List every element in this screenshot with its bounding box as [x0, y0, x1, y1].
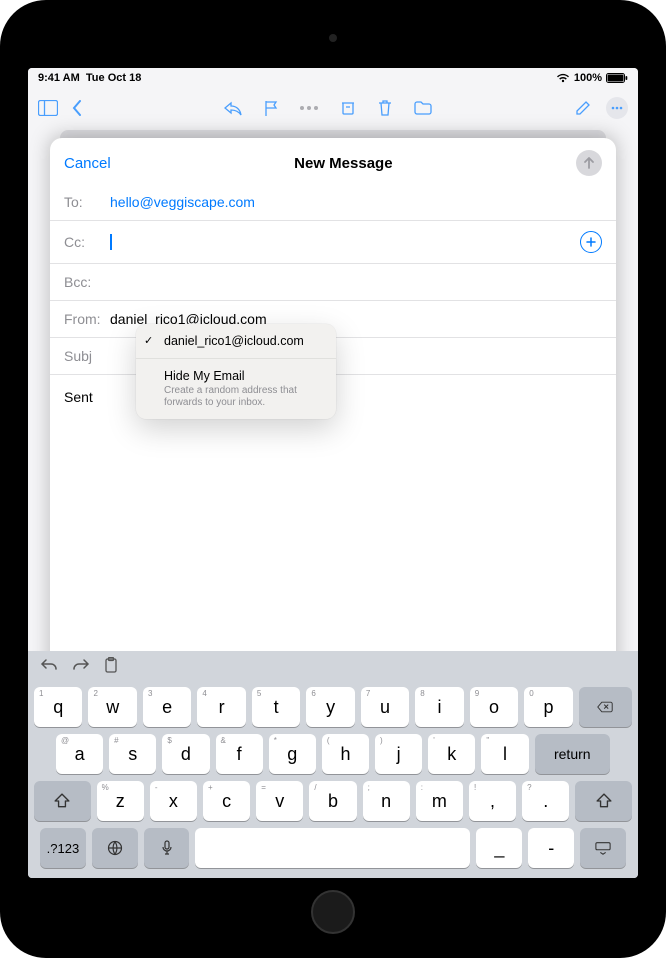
- key-globe[interactable]: [92, 828, 138, 868]
- key-x[interactable]: x-: [150, 781, 197, 821]
- battery-percent: 100%: [574, 72, 602, 84]
- key-m[interactable]: m:: [416, 781, 463, 821]
- key-s[interactable]: s#: [109, 734, 156, 774]
- subject-label: Subj: [64, 348, 104, 364]
- key-k[interactable]: k': [428, 734, 475, 774]
- key-backspace[interactable]: [579, 687, 632, 727]
- key-b[interactable]: b/: [309, 781, 356, 821]
- from-option-selected[interactable]: ✓ daniel_rico1@icloud.com: [136, 324, 336, 358]
- key-comma[interactable]: ,!: [469, 781, 516, 821]
- back-icon: [72, 100, 82, 116]
- bcc-label: Bcc:: [64, 274, 104, 290]
- plus-icon: [586, 237, 596, 247]
- key-shift-left[interactable]: [34, 781, 91, 821]
- key-numbers[interactable]: .?123: [40, 828, 86, 868]
- key-dash[interactable]: -: [528, 828, 574, 868]
- flag-icon: [264, 100, 278, 116]
- cancel-button[interactable]: Cancel: [64, 155, 111, 172]
- add-contact-button[interactable]: [580, 231, 602, 253]
- key-r[interactable]: r4: [197, 687, 245, 727]
- compose-icon: [574, 99, 592, 117]
- to-value[interactable]: hello@veggiscape.com: [110, 194, 602, 210]
- keyboard: q1w2e3r4t5y6u7i8o9p0 a@s#d$f&g*h(j)k'l"r…: [28, 651, 638, 878]
- hide-my-email-option[interactable]: Hide My Email Create a random address th…: [136, 358, 336, 419]
- trash-icon: [378, 100, 392, 116]
- mic-icon: [159, 840, 175, 856]
- status-time-date: 9:41 AM Tue Oct 18: [38, 72, 141, 84]
- cc-label: Cc:: [64, 234, 104, 250]
- wifi-icon: [556, 73, 570, 83]
- shift-icon: [596, 793, 612, 809]
- cc-field[interactable]: Cc:: [50, 221, 616, 264]
- key-o[interactable]: o9: [470, 687, 518, 727]
- key-g[interactable]: g*: [269, 734, 316, 774]
- archive-icon: [340, 100, 356, 116]
- key-j[interactable]: j): [375, 734, 422, 774]
- key-w[interactable]: w2: [88, 687, 136, 727]
- from-option-label: daniel_rico1@icloud.com: [164, 334, 304, 348]
- key-space[interactable]: [195, 828, 470, 868]
- key-underscore[interactable]: _: [476, 828, 522, 868]
- arrow-up-icon: [583, 156, 595, 170]
- globe-icon: [107, 840, 123, 856]
- key-dictation[interactable]: [144, 828, 190, 868]
- to-label: To:: [64, 194, 104, 210]
- sheet-title: New Message: [294, 155, 392, 172]
- move-folder-icon: [414, 101, 432, 115]
- reply-icon: [224, 100, 242, 116]
- key-t[interactable]: t5: [252, 687, 300, 727]
- text-cursor: [110, 234, 112, 250]
- key-hide-keyboard[interactable]: [580, 828, 626, 868]
- status-bar: 9:41 AM Tue Oct 18 100%: [28, 68, 638, 88]
- more-circle-icon: [606, 97, 628, 119]
- key-y[interactable]: y6: [306, 687, 354, 727]
- key-period[interactable]: .?: [522, 781, 569, 821]
- from-label: From:: [64, 311, 104, 327]
- redo-button[interactable]: [72, 658, 90, 677]
- send-button[interactable]: [576, 150, 602, 176]
- body-text: Sent: [64, 389, 93, 405]
- key-h[interactable]: h(: [322, 734, 369, 774]
- mail-toolbar-background: [28, 88, 638, 128]
- key-shift-right[interactable]: [575, 781, 632, 821]
- key-i[interactable]: i8: [415, 687, 463, 727]
- toolbar-overflow-icon: [300, 106, 318, 110]
- shift-icon: [54, 793, 70, 809]
- key-l[interactable]: l": [481, 734, 528, 774]
- key-f[interactable]: f&: [216, 734, 263, 774]
- key-e[interactable]: e3: [143, 687, 191, 727]
- key-return[interactable]: return: [535, 734, 610, 774]
- from-address-popover: ✓ daniel_rico1@icloud.com Hide My Email …: [136, 324, 336, 419]
- key-z[interactable]: z%: [97, 781, 144, 821]
- hide-email-title: Hide My Email: [164, 369, 324, 383]
- undo-button[interactable]: [40, 658, 58, 677]
- key-n[interactable]: n;: [363, 781, 410, 821]
- clipboard-button[interactable]: [104, 657, 118, 678]
- to-field[interactable]: To: hello@veggiscape.com: [50, 184, 616, 221]
- key-p[interactable]: p0: [524, 687, 572, 727]
- key-d[interactable]: d$: [162, 734, 209, 774]
- battery-icon: [606, 73, 628, 83]
- key-q[interactable]: q1: [34, 687, 82, 727]
- key-c[interactable]: c+: [203, 781, 250, 821]
- sidebar-toggle-icon: [38, 100, 58, 116]
- key-a[interactable]: a@: [56, 734, 103, 774]
- backspace-icon: [597, 699, 613, 715]
- hide-email-subtitle: Create a random address that forwards to…: [164, 385, 324, 409]
- key-u[interactable]: u7: [361, 687, 409, 727]
- keyboard-hide-icon: [595, 840, 611, 856]
- key-v[interactable]: v=: [256, 781, 303, 821]
- bcc-field[interactable]: Bcc:: [50, 264, 616, 301]
- check-icon: ✓: [144, 334, 153, 347]
- home-button[interactable]: [311, 890, 355, 934]
